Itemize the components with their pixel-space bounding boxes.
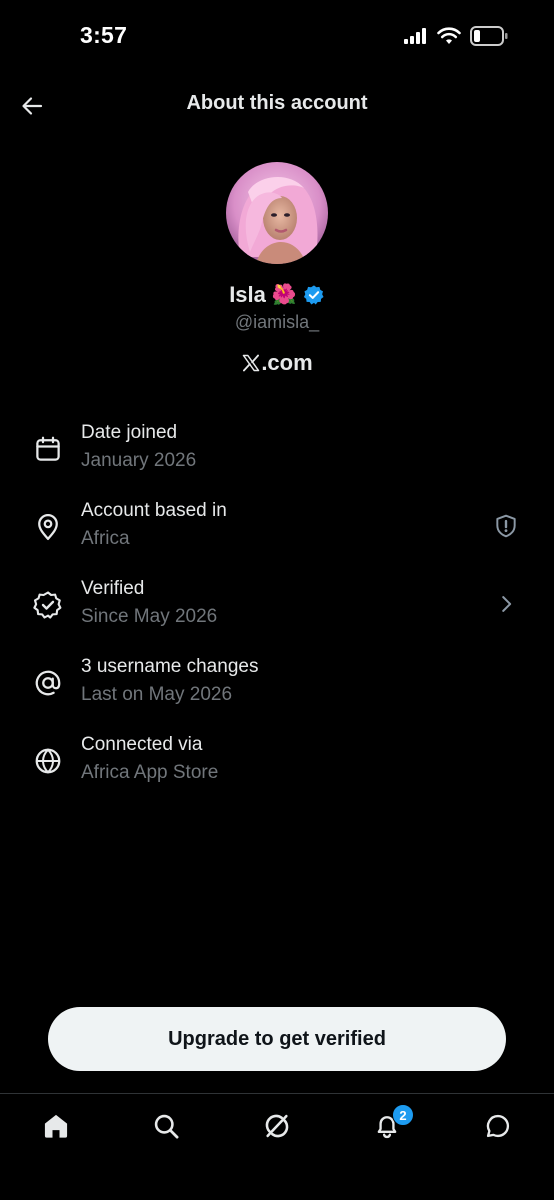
verified-badge-icon [303, 285, 324, 305]
profile-handle: @iamisla_ [234, 312, 320, 332]
profile-name-row: Isla 🌺 [0, 282, 554, 308]
detail-subtitle: Africa [81, 528, 130, 549]
detail-title: Connected via [81, 734, 203, 755]
avatar-image [226, 162, 328, 264]
bottom-nav [0, 1094, 554, 1160]
detail-verified[interactable]: Verified Since May 2026 [0, 578, 554, 640]
site-link[interactable]: .com [0, 350, 554, 376]
status-icons [404, 26, 508, 46]
x-logo-icon [243, 354, 260, 372]
avatar[interactable] [226, 162, 328, 264]
detail-username-changes: 3 username changes Last on May 2026 [0, 656, 554, 718]
notification-count-badge: 2 [392, 1104, 414, 1126]
detail-title: Date joined [81, 422, 178, 443]
grok-icon [265, 1114, 289, 1138]
home-icon [44, 1114, 68, 1138]
messages-icon [486, 1114, 510, 1138]
detail-account-based-in: Account based in Africa [0, 500, 554, 562]
shield-alert-icon [496, 514, 516, 538]
verified-chevron[interactable] [492, 590, 520, 618]
nav-grok[interactable] [257, 1106, 297, 1146]
cellular-signal-icon [404, 28, 426, 44]
battery-icon [470, 26, 508, 46]
detail-subtitle: January 2026 [81, 450, 197, 471]
hibiscus-emoji: 🌺 [271, 284, 297, 306]
detail-date-joined: Date joined January 2026 [0, 422, 554, 484]
detail-connected-via: Connected via Africa App Store [0, 734, 554, 796]
at-sign-icon [35, 670, 61, 696]
calendar-icon [36, 436, 60, 461]
detail-subtitle: Last on May 2026 [81, 684, 233, 705]
search-icon [154, 1114, 179, 1139]
page-title: About this account [186, 92, 368, 114]
verified-badge-outline-icon [33, 591, 62, 619]
detail-subtitle: Africa App Store [81, 762, 219, 783]
site-domain: .com [261, 350, 313, 375]
status-time: 3:57 [80, 22, 128, 48]
detail-subtitle: Since May 2026 [81, 606, 218, 627]
nav-search[interactable] [146, 1106, 186, 1146]
nav-messages[interactable] [478, 1106, 518, 1146]
display-name: Isla [229, 282, 266, 307]
location-pin-icon [38, 514, 58, 540]
globe-icon [35, 748, 61, 774]
wifi-icon [437, 27, 461, 44]
chevron-right-icon [502, 596, 512, 612]
detail-title: Account based in [81, 500, 227, 521]
location-info-button[interactable] [492, 512, 520, 540]
upgrade-button[interactable]: Upgrade to get verified [48, 1007, 506, 1071]
detail-title: 3 username changes [81, 656, 259, 677]
nav-home[interactable] [36, 1106, 76, 1146]
detail-title: Verified [81, 578, 145, 599]
